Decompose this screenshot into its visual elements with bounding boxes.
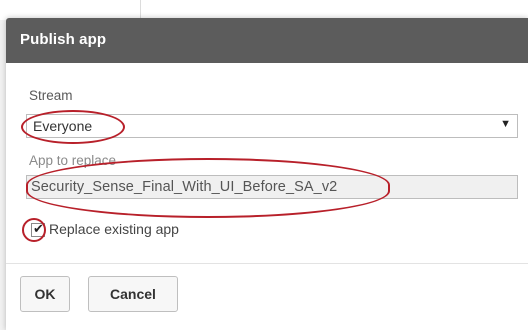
checkmark-icon: ✔ [33, 221, 44, 236]
publish-app-dialog: Publish app Stream Everyone ▼ App to rep… [6, 18, 528, 330]
stream-select[interactable]: Everyone ▼ [26, 114, 518, 138]
app-to-replace-value: Security_Sense_Final_With_UI_Before_SA_v… [31, 179, 338, 195]
stream-label: Stream [29, 88, 73, 103]
dropdown-arrow-icon: ▼ [500, 118, 511, 130]
footer-divider [6, 263, 528, 264]
replace-existing-checkbox[interactable]: ✔ [31, 221, 45, 237]
background-divider [140, 0, 141, 20]
replace-existing-label[interactable]: Replace existing app [49, 221, 179, 237]
dialog-title: Publish app [20, 31, 107, 48]
ok-button[interactable]: OK [20, 276, 70, 312]
stream-select-value: Everyone [33, 118, 93, 134]
background-top-bar [0, 0, 528, 20]
dialog-header: Publish app [6, 18, 528, 63]
app-to-replace-label: App to replace [29, 153, 117, 168]
app-to-replace-input[interactable]: Security_Sense_Final_With_UI_Before_SA_v… [26, 175, 518, 199]
cancel-button[interactable]: Cancel [88, 276, 178, 312]
